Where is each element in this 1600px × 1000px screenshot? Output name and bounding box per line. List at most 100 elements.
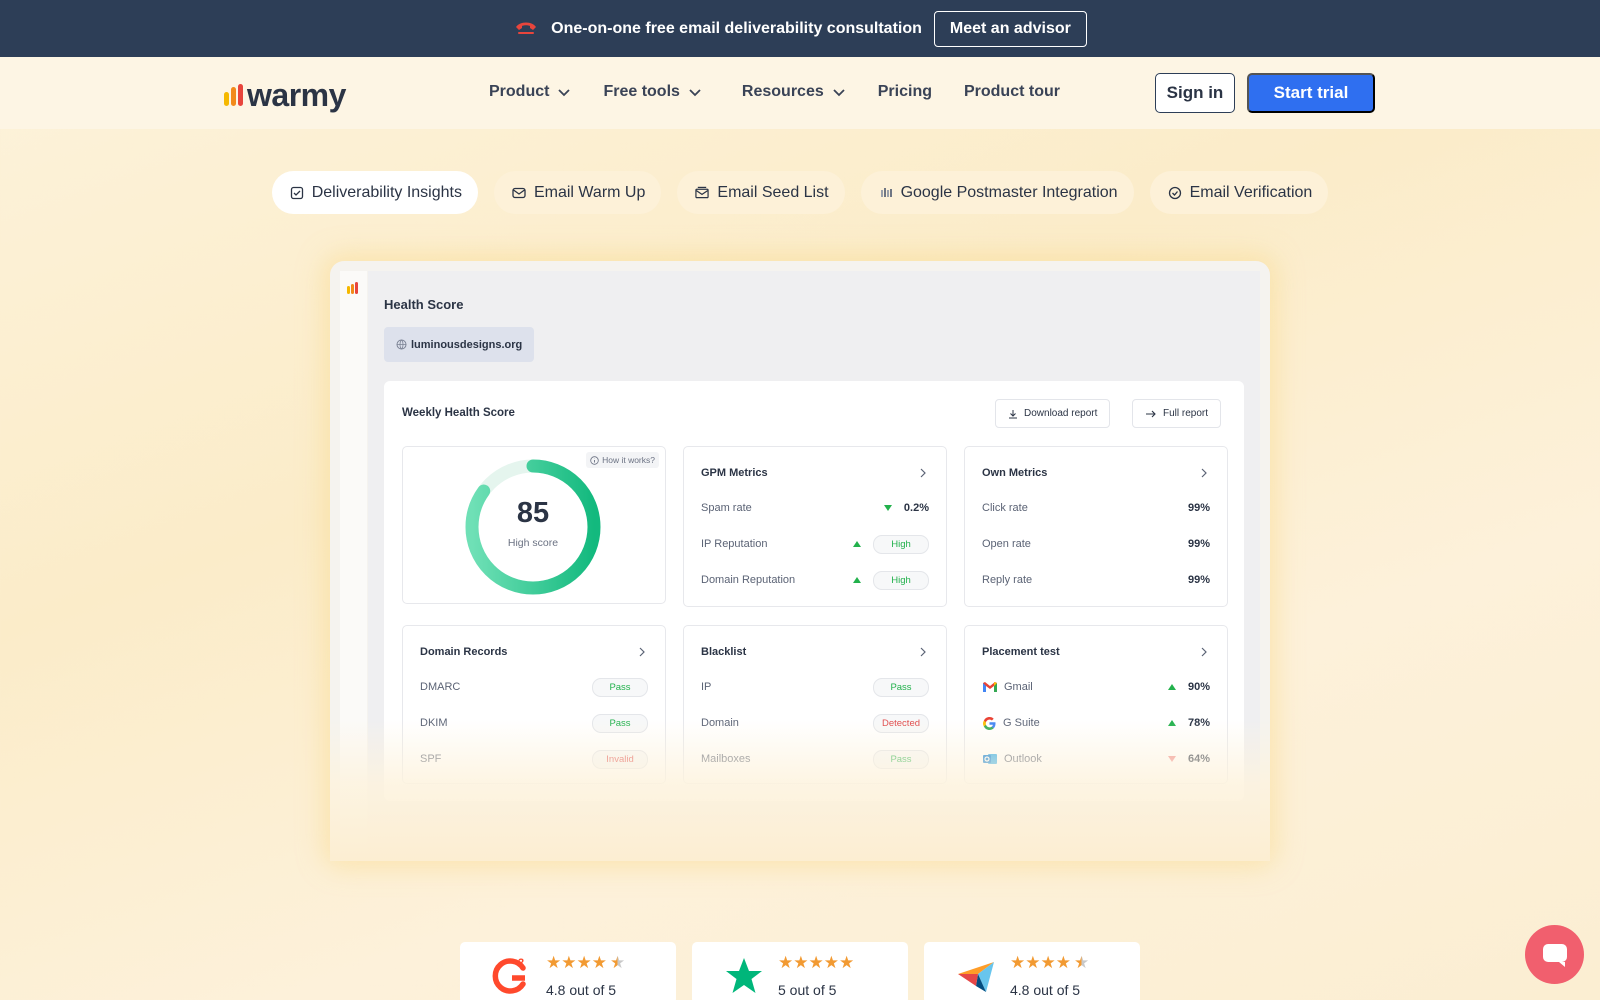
nav-item-label: Free tools (603, 83, 680, 100)
g2-logo-icon: 2 (492, 957, 526, 994)
capterra-logo-icon (958, 962, 994, 992)
tab-label: Deliverability Insights (311, 183, 462, 201)
tab-google-postmaster-integration[interactable]: Google Postmaster Integration (860, 171, 1134, 214)
score-label: High score (507, 537, 559, 549)
review-badge-g2[interactable]: 2 ★★★★ ★ 4.8 out of 5 (460, 942, 676, 1000)
status-badge: Detected (873, 713, 929, 733)
outlook-icon (983, 754, 997, 764)
download-icon (1009, 409, 1017, 418)
metric-row-domain-reputation: Domain Reputation High (701, 570, 929, 590)
blacklist-label: Domain (701, 717, 739, 729)
sign-in-button[interactable]: Sign in (1155, 73, 1235, 113)
domain-records-card[interactable]: Domain Records DMARC Pass DKIM Pass SPF … (402, 625, 666, 784)
phone-icon (513, 16, 539, 42)
metric-value: 99% (1187, 502, 1210, 514)
tab-email-verification[interactable]: Email Verification (1149, 171, 1329, 214)
chevron-right-icon[interactable] (637, 646, 647, 658)
full-report-button[interactable]: Full report (1132, 399, 1222, 428)
tab-email-warm-up[interactable]: Email Warm Up (493, 171, 662, 214)
status-badge: High (873, 570, 929, 590)
placement-row-gsuite: G Suite 78% (982, 714, 1210, 732)
status-badge: Pass (873, 749, 929, 769)
nav-item-free-tools[interactable]: Free tools (603, 83, 701, 101)
metric-label: Click rate (982, 502, 1028, 514)
star-rating: ★★★★★ (778, 953, 855, 972)
chevron-down-icon (558, 89, 571, 97)
metric-value: 99% (1187, 538, 1210, 550)
envelope-icon (512, 186, 526, 200)
chat-bubble-icon (1542, 943, 1567, 967)
own-metrics-card[interactable]: Own Metrics Click rate 99% Open rate 99%… (964, 446, 1228, 607)
star-rating: ★★★★★ (1010, 953, 1090, 972)
dashboard-preview: Health Score luminousdesigns.org Weekly … (330, 261, 1270, 861)
metric-row-click-rate: Click rate 99% (982, 499, 1210, 517)
blacklist-row-domain: Domain Detected (701, 713, 929, 733)
meet-advisor-button[interactable]: Meet an advisor (933, 10, 1087, 47)
start-trial-button[interactable]: Start trial (1247, 73, 1375, 113)
rating-text: 5 out of 5 (778, 982, 837, 998)
logo-wordmark: warmy (247, 77, 346, 113)
status-badge: Pass (873, 677, 929, 697)
chevron-right-icon[interactable] (1199, 646, 1209, 658)
rating-text: 4.8 out of 5 (1010, 982, 1081, 998)
status-badge: High (873, 534, 929, 554)
placement-row-gmail: Gmail 90% (982, 678, 1210, 696)
page-title: Health Score (384, 297, 464, 312)
nav-item-pricing[interactable]: Pricing (878, 83, 932, 101)
promo-banner: One-on-one free email deliverability con… (0, 0, 1600, 57)
health-score-card: How it works? 85 High score (402, 446, 666, 604)
chevron-right-icon[interactable] (1199, 467, 1209, 479)
metric-label: IP Reputation (701, 538, 768, 550)
record-label: SPF (420, 753, 442, 765)
panel-title: Weekly Health Score (402, 407, 515, 419)
status-badge: Invalid (592, 749, 648, 769)
chevron-right-icon[interactable] (918, 646, 928, 658)
nav-item-product-tour[interactable]: Product tour (964, 83, 1060, 101)
nav-item-label: Product (489, 83, 550, 100)
banner-message: One-on-one free email deliverability con… (551, 19, 922, 37)
nav-item-resources[interactable]: Resources (742, 83, 846, 101)
card-title: Placement test (982, 646, 1060, 658)
review-badge-capterra[interactable]: ★★★★ ★ 4.8 out of 5 (924, 942, 1140, 1000)
status-badge: Pass (592, 677, 648, 697)
weekly-health-panel: Weekly Health Score Download report Full… (384, 381, 1244, 801)
metric-label: Open rate (982, 538, 1031, 550)
card-title: GPM Metrics (701, 467, 768, 479)
placement-row-outlook: Outlook 64% (982, 750, 1210, 768)
mail-list-icon (695, 186, 710, 200)
provider-label: Gmail (1004, 681, 1033, 693)
gpm-metrics-card[interactable]: GPM Metrics Spam rate 0.2% IP Reputation… (683, 446, 947, 607)
blacklist-card[interactable]: Blacklist IP Pass Domain Detected Mailbo… (683, 625, 947, 784)
record-label: DMARC (420, 681, 461, 693)
record-label: DKIM (420, 717, 448, 729)
tab-email-seed-list[interactable]: Email Seed List (677, 171, 845, 214)
trustpilot-star-icon (726, 958, 762, 993)
record-row-spf: SPF Invalid (420, 749, 648, 769)
record-row-dmarc: DMARC Pass (420, 677, 648, 697)
tab-label: Email Verification (1189, 183, 1313, 201)
blacklist-row-ip: IP Pass (701, 677, 929, 697)
provider-label: G Suite (1003, 717, 1040, 729)
placement-value: 90% (1187, 681, 1210, 693)
trend-down-icon (883, 505, 892, 511)
tab-label: Email Warm Up (533, 183, 646, 201)
trend-up-icon (853, 541, 861, 547)
provider-label: Outlook (1004, 753, 1042, 765)
chevron-right-icon[interactable] (918, 467, 928, 479)
review-badge-trustpilot[interactable]: ★★★★★ 5 out of 5 (692, 942, 908, 1000)
placement-value: 78% (1187, 717, 1210, 729)
chat-widget-button[interactable] (1525, 925, 1584, 984)
nav-item-product[interactable]: Product (489, 83, 571, 101)
button-label: Download report (1024, 408, 1098, 419)
domain-selector[interactable]: luminousdesigns.org (384, 327, 535, 362)
placement-test-card[interactable]: Placement test Gmail 90% G Suite 78% Out… (964, 625, 1228, 784)
dashboard-sidebar (340, 271, 367, 851)
globe-icon (396, 339, 407, 350)
blacklist-row-mailboxes: Mailboxes Pass (701, 749, 929, 769)
card-title: Domain Records (420, 646, 508, 658)
warmy-logo[interactable]: warmy (224, 79, 346, 111)
tab-label: Google Postmaster Integration (900, 183, 1118, 201)
tab-deliverability-insights[interactable]: Deliverability Insights (271, 171, 478, 214)
download-report-button[interactable]: Download report (995, 399, 1111, 428)
button-label: Full report (1163, 408, 1209, 419)
